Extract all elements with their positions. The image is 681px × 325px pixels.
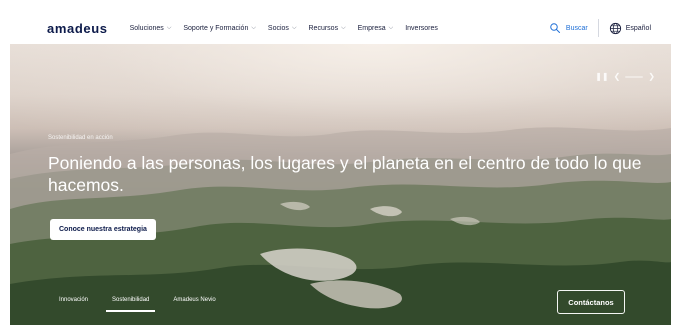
contact-button[interactable]: Contáctanos — [557, 290, 625, 314]
menu-item-label: Soluciones — [129, 24, 164, 32]
language-selector[interactable]: Español — [609, 22, 651, 35]
chevron-down-icon: ⌵ — [341, 24, 346, 31]
chevron-down-icon: ⌵ — [166, 24, 172, 31]
carousel-progress — [625, 75, 644, 78]
search-button[interactable]: Buscar — [549, 22, 588, 34]
search-label: Buscar — [565, 24, 588, 32]
hero-tabs: Innovación Sostenibilidad Amadeus Nevio — [59, 297, 216, 312]
globe-icon — [609, 22, 621, 34]
chevron-down-icon: ⌵ — [251, 24, 256, 31]
nav-divider — [597, 19, 599, 37]
menu-item-socios[interactable]: Socios ⌵ — [268, 25, 297, 32]
top-navigation: amadeus Soluciones ⌵ Soporte y Formación… — [10, 12, 671, 44]
tab-innovacion[interactable]: Innovación — [59, 297, 88, 309]
menu-item-recursos[interactable]: Recursos ⌵ — [309, 25, 346, 32]
menu-item-inversores[interactable]: Inversores — [405, 25, 438, 32]
pause-icon[interactable]: ❚❚ — [595, 72, 608, 81]
tab-amadeus-nevio[interactable]: Amadeus Nevio — [173, 297, 215, 309]
language-label: Español — [625, 24, 651, 32]
chevron-right-icon[interactable]: ❯ — [648, 72, 655, 81]
amadeus-logo[interactable]: amadeus — [47, 21, 108, 36]
chevron-down-icon: ⌵ — [291, 24, 297, 31]
chevron-down-icon: ⌵ — [388, 24, 394, 31]
main-menu: Soluciones ⌵ Soporte y Formación ⌵ Socio… — [130, 25, 438, 32]
chevron-left-icon[interactable]: ❮ — [614, 72, 621, 81]
menu-item-label: Recursos — [308, 24, 339, 32]
strategy-button[interactable]: Conoce nuestra estrategia — [50, 219, 156, 240]
menu-item-soluciones[interactable]: Soluciones ⌵ — [130, 25, 172, 32]
menu-item-label: Soporte y Formación — [183, 24, 249, 32]
carousel-controls: ❚❚ ❮ ❯ — [595, 72, 655, 81]
search-icon — [550, 23, 560, 33]
menu-item-label: Inversores — [405, 24, 438, 32]
menu-item-label: Empresa — [357, 24, 386, 32]
hero-eyebrow: Sostenibilidad en acción — [48, 135, 113, 141]
hero-headline: Poniendo a las personas, los lugares y e… — [48, 153, 642, 195]
page: amadeus Soluciones ⌵ Soporte y Formación… — [0, 0, 681, 325]
menu-item-soporte-formacion[interactable]: Soporte y Formación ⌵ — [183, 25, 256, 32]
menu-item-label: Socios — [267, 24, 289, 32]
tab-sostenibilidad[interactable]: Sostenibilidad — [105, 297, 156, 312]
nav-utilities: Buscar Español — [549, 19, 651, 37]
menu-item-empresa[interactable]: Empresa ⌵ — [358, 25, 394, 32]
hero-banner: ❚❚ ❮ ❯ Sostenibilidad en acción Poniendo… — [10, 44, 671, 325]
